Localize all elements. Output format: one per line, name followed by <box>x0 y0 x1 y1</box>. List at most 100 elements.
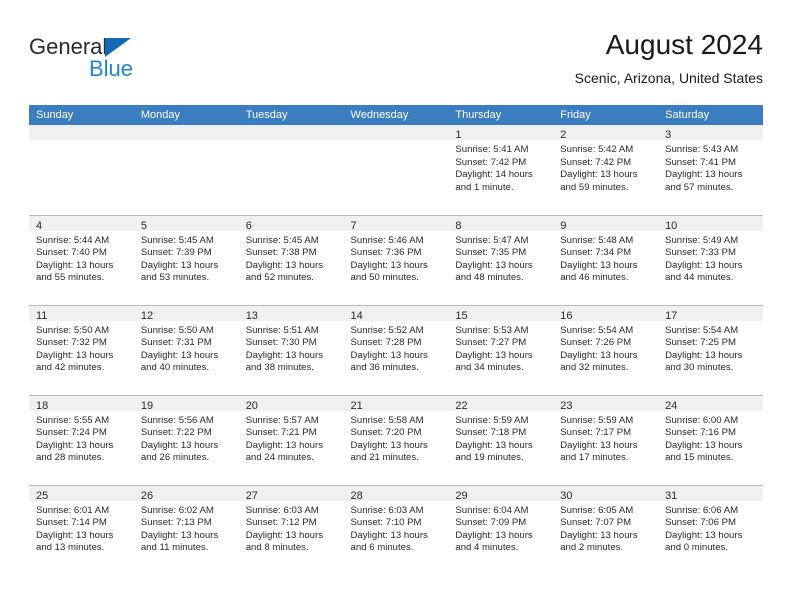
daylight-text-line2: and 57 minutes. <box>665 181 734 193</box>
day-cell-inner: 27 Sunrise: 6:03 AM Sunset: 7:12 PM Dayligh… <box>238 485 344 576</box>
daylight-text-line1: Daylight: 13 hours <box>36 349 114 361</box>
calendar-day-cell[interactable]: 1 Sunrise: 5:41 AM Sunset: 7:42 PM Daylight… <box>448 125 554 215</box>
calendar-day-cell[interactable]: 18 Sunrise: 5:55 AM Sunset: 7:24 PM Dayligh… <box>29 394 134 485</box>
day-number: 25 <box>36 489 49 502</box>
calendar-day-cell[interactable]: 2 Sunrise: 5:42 AM Sunset: 7:42 PM Daylight… <box>553 125 659 215</box>
day-details: Sunrise: 5:59 AM Sunset: 7:18 PM Daylight:… <box>448 411 553 465</box>
sunset-text: Sunset: 7:26 PM <box>560 337 632 349</box>
day-cell-inner: 7 Sunrise: 5:46 AM Sunset: 7:36 PM Daylight… <box>343 215 449 305</box>
calendar-day-cell[interactable]: 5 Sunrise: 5:45 AM Sunset: 7:39 PM Daylight… <box>133 214 239 305</box>
sunset-text: Sunset: 7:34 PM <box>560 247 632 259</box>
day-number-band: 21 <box>343 395 449 412</box>
daylight-text-line1: Daylight: 13 hours <box>560 349 638 361</box>
day-details: Sunrise: 6:04 AM Sunset: 7:09 PM Daylight:… <box>448 501 553 555</box>
calendar-day-cell[interactable]: 20 Sunrise: 5:57 AM Sunset: 7:21 PM Dayligh… <box>238 394 344 485</box>
month-calendar-table: Sunday Monday Tuesday Wednesday Thursday… <box>29 105 763 575</box>
calendar-day-cell[interactable]: 8 Sunrise: 5:47 AM Sunset: 7:35 PM Daylight… <box>448 214 554 305</box>
weekday-header-sunday: Sunday <box>29 105 134 125</box>
daylight-text-line2: and 36 minutes. <box>350 362 419 374</box>
page-title: August 2024 <box>605 29 763 60</box>
calendar-day-cell[interactable]: 29 Sunrise: 6:04 AM Sunset: 7:09 PM Dayligh… <box>448 484 554 575</box>
sunset-text: Sunset: 7:25 PM <box>665 337 736 349</box>
sunset-text: Sunset: 7:35 PM <box>455 247 527 259</box>
calendar-day-cell[interactable]: 15 Sunrise: 5:53 AM Sunset: 7:27 PM Dayligh… <box>448 304 554 395</box>
day-cell-inner: 14 Sunrise: 5:52 AM Sunset: 7:28 PM Dayligh… <box>343 305 449 395</box>
sunrise-text: Sunrise: 6:05 AM <box>560 504 634 516</box>
daylight-text-line2: and 21 minutes. <box>350 452 419 464</box>
sunrise-text: Sunrise: 5:46 AM <box>350 234 424 246</box>
daylight-text-line1: Daylight: 13 hours <box>560 439 638 451</box>
daylight-text-line1: Daylight: 13 hours <box>36 529 114 541</box>
sunrise-text: Sunrise: 5:44 AM <box>36 234 110 246</box>
calendar-day-cell[interactable]: 16 Sunrise: 5:54 AM Sunset: 7:26 PM Dayligh… <box>553 304 659 395</box>
calendar-day-cell[interactable]: 31 Sunrise: 6:06 AM Sunset: 7:06 PM Dayligh… <box>658 484 763 576</box>
day-details: Sunrise: 5:50 AM Sunset: 7:31 PM Daylight:… <box>134 321 239 375</box>
sunrise-text: Sunrise: 5:45 AM <box>140 234 214 246</box>
brand-logo[interactable]: General Blue <box>29 34 249 90</box>
day-number-band: 13 <box>238 305 344 322</box>
day-cell-inner: 4 Sunrise: 5:44 AM Sunset: 7:40 PM Daylight… <box>29 215 134 305</box>
triangle-flag-icon <box>105 38 131 57</box>
day-number: 11 <box>36 309 48 322</box>
daylight-text-line2: and 11 minutes. <box>140 542 209 554</box>
day-number: 22 <box>455 399 468 412</box>
calendar-day-cell[interactable]: 10 Sunrise: 5:49 AM Sunset: 7:33 PM Dayligh… <box>658 214 763 305</box>
calendar-day-cell[interactable]: 17 Sunrise: 5:54 AM Sunset: 7:25 PM Dayligh… <box>658 304 763 395</box>
calendar-day-cell[interactable]: 22 Sunrise: 5:59 AM Sunset: 7:18 PM Dayligh… <box>448 394 554 485</box>
calendar-day-cell-empty <box>29 125 134 215</box>
day-details: Sunrise: 5:55 AM Sunset: 7:24 PM Daylight:… <box>29 411 134 465</box>
day-number-band: 7 <box>343 215 449 232</box>
daylight-text-line1: Daylight: 13 hours <box>665 529 743 541</box>
day-number: 8 <box>455 219 462 232</box>
calendar-day-cell[interactable]: 6 Sunrise: 5:45 AM Sunset: 7:38 PM Daylight… <box>238 214 344 305</box>
sunset-text: Sunset: 7:36 PM <box>350 247 422 259</box>
day-details: Sunrise: 5:47 AM Sunset: 7:35 PM Daylight:… <box>448 231 553 285</box>
daylight-text-line2: and 40 minutes. <box>140 362 210 374</box>
day-number-band <box>343 125 449 140</box>
calendar-day-cell[interactable]: 27 Sunrise: 6:03 AM Sunset: 7:12 PM Dayligh… <box>238 484 344 576</box>
daylight-text-line1: Daylight: 13 hours <box>665 259 743 271</box>
calendar-day-cell[interactable]: 30 Sunrise: 6:05 AM Sunset: 7:07 PM Dayligh… <box>553 484 659 575</box>
calendar-day-cell[interactable]: 9 Sunrise: 5:48 AM Sunset: 7:34 PM Daylight… <box>553 214 659 305</box>
sunrise-text: Sunrise: 6:03 AM <box>245 504 319 516</box>
sunrise-text: Sunrise: 5:54 AM <box>560 324 634 336</box>
calendar-day-cell[interactable]: 26 Sunrise: 6:02 AM Sunset: 7:13 PM Dayligh… <box>133 484 239 575</box>
calendar-day-cell-empty <box>133 125 239 215</box>
calendar-day-cell[interactable]: 13 Sunrise: 5:51 AM Sunset: 7:30 PM Dayligh… <box>238 304 344 395</box>
calendar-day-cell[interactable]: 19 Sunrise: 5:56 AM Sunset: 7:22 PM Dayligh… <box>133 394 239 485</box>
calendar-page: General Blue August 2024 Scenic, Arizona… <box>0 0 792 612</box>
sunrise-text: Sunrise: 5:55 AM <box>36 414 110 426</box>
daylight-text-line2: and 44 minutes. <box>665 272 734 284</box>
calendar-day-cell[interactable]: 3 Sunrise: 5:43 AM Sunset: 7:41 PM Daylight… <box>658 125 763 215</box>
daylight-text-line1: Daylight: 13 hours <box>350 349 428 361</box>
calendar-day-cell-empty <box>238 125 344 215</box>
day-cell-inner: 17 Sunrise: 5:54 AM Sunset: 7:25 PM Dayligh… <box>658 305 763 395</box>
sunset-text: Sunset: 7:39 PM <box>140 247 212 259</box>
calendar-day-cell[interactable]: 23 Sunrise: 5:59 AM Sunset: 7:17 PM Dayligh… <box>553 394 659 485</box>
calendar-day-cell[interactable]: 25 Sunrise: 6:01 AM Sunset: 7:14 PM Dayligh… <box>29 484 134 575</box>
calendar-day-cell[interactable]: 4 Sunrise: 5:44 AM Sunset: 7:40 PM Daylight… <box>29 214 134 305</box>
sunrise-text: Sunrise: 5:57 AM <box>245 414 319 426</box>
day-details: Sunrise: 5:58 AM Sunset: 7:20 PM Daylight:… <box>344 411 449 465</box>
calendar-day-cell[interactable]: 24 Sunrise: 6:00 AM Sunset: 7:16 PM Dayligh… <box>658 394 763 485</box>
sunrise-text: Sunrise: 5:41 AM <box>455 144 529 155</box>
calendar-day-cell[interactable]: 12 Sunrise: 5:50 AM Sunset: 7:31 PM Dayligh… <box>133 304 239 395</box>
day-number-band: 27 <box>238 485 344 502</box>
brand-name-blue: Blue <box>89 56 134 81</box>
day-cell-inner: 20 Sunrise: 5:57 AM Sunset: 7:21 PM Dayligh… <box>238 395 344 485</box>
day-number: 4 <box>36 219 43 232</box>
daylight-text-line1: Daylight: 13 hours <box>665 349 743 361</box>
daylight-text-line1: Daylight: 13 hours <box>560 169 638 181</box>
calendar-day-cell[interactable]: 14 Sunrise: 5:52 AM Sunset: 7:28 PM Dayligh… <box>343 304 449 395</box>
daylight-text-line2: and 1 minute. <box>455 181 514 193</box>
day-number-band: 19 <box>133 395 239 412</box>
sunrise-text: Sunrise: 6:01 AM <box>36 504 110 516</box>
day-cell-inner: 31 Sunrise: 6:06 AM Sunset: 7:06 PM Dayligh… <box>658 485 763 576</box>
calendar-day-cell[interactable]: 21 Sunrise: 5:58 AM Sunset: 7:20 PM Dayligh… <box>343 394 449 485</box>
day-number: 27 <box>245 489 258 502</box>
day-number-band: 20 <box>238 395 344 412</box>
calendar-day-cell[interactable]: 11 Sunrise: 5:50 AM Sunset: 7:32 PM Dayligh… <box>29 304 134 395</box>
calendar-day-cell[interactable]: 28 Sunrise: 6:03 AM Sunset: 7:10 PM Dayligh… <box>343 484 449 575</box>
calendar-day-cell[interactable]: 7 Sunrise: 5:46 AM Sunset: 7:36 PM Daylight… <box>343 214 449 305</box>
daylight-text-line2: and 15 minutes. <box>665 452 734 464</box>
